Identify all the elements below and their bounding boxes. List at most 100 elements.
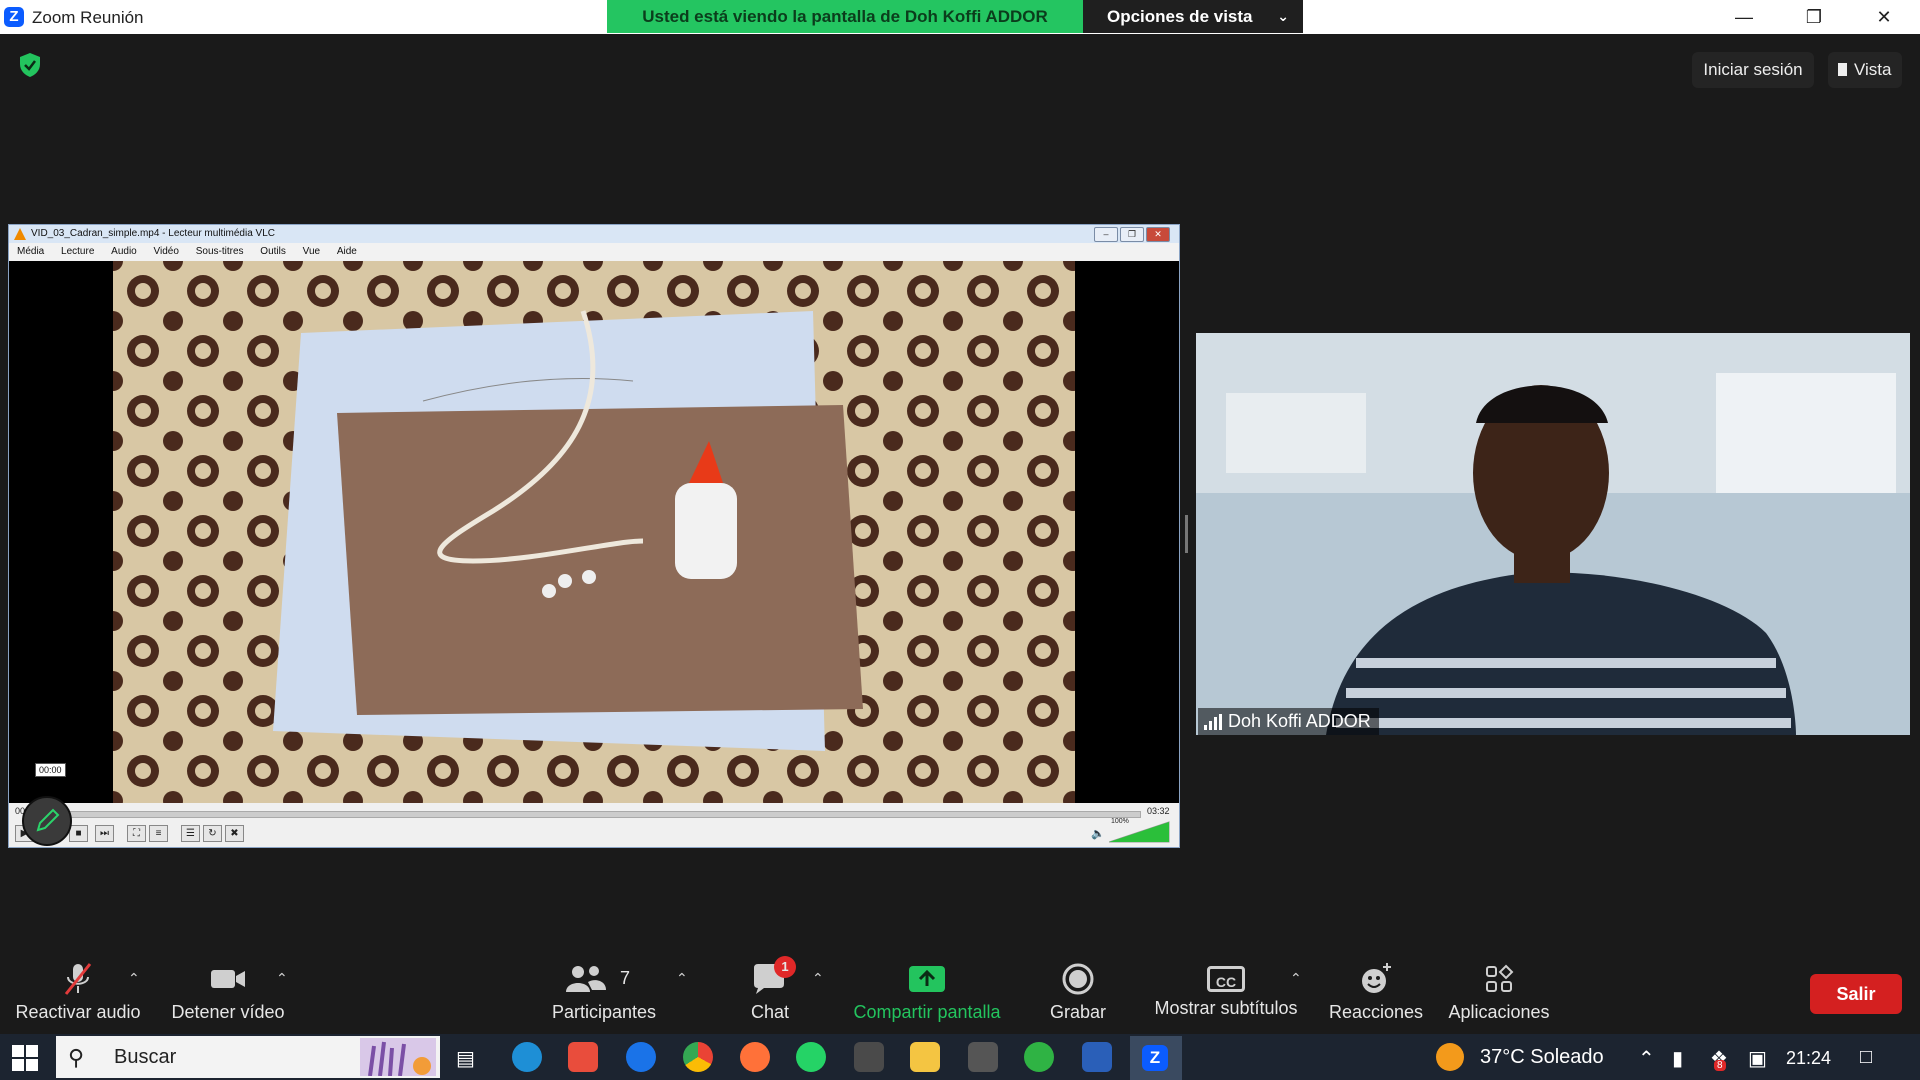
record-icon [1062, 963, 1094, 995]
vlc-menu-bar: Média Lecture Audio Vidéo Sous-titres Ou… [9, 243, 1179, 261]
stop-video-label: Detener vídeo [171, 1002, 285, 1022]
reactions-button[interactable]: Reacciones [1326, 962, 1426, 1028]
view-button[interactable]: Vista [1828, 52, 1902, 88]
vlc-playlist-button[interactable]: ☰ [181, 825, 200, 842]
file-explorer-icon[interactable] [910, 1042, 940, 1072]
battery-icon[interactable]: ▮ [1672, 1046, 1683, 1071]
share-screen-button[interactable]: Compartir pantalla [846, 962, 1008, 1028]
vlc-minimize-button[interactable]: – [1094, 227, 1118, 242]
vlc-fullscreen-button[interactable]: ⛶ [127, 825, 146, 842]
split-resize-handle[interactable] [1185, 515, 1188, 553]
drive-icon[interactable] [854, 1042, 884, 1072]
vlc-shuffle-button[interactable]: ✖ [225, 825, 244, 842]
anydesk-icon[interactable] [568, 1042, 598, 1072]
participant-video [1196, 333, 1910, 735]
tray-chevron-up-icon[interactable]: ⌃ [1638, 1046, 1655, 1071]
teamviewer-icon[interactable] [626, 1042, 656, 1072]
captions-label: Mostrar subtítulos [1154, 998, 1298, 1018]
audio-options-caret-icon[interactable]: ⌃ [128, 970, 140, 987]
participants-label: Participantes [551, 1002, 657, 1022]
vlc-stop-button[interactable]: ■ [69, 825, 88, 842]
shield-check-icon[interactable] [18, 52, 42, 78]
chrome-icon[interactable] [683, 1042, 713, 1072]
notifications-icon[interactable]: □ [1860, 1046, 1872, 1069]
pencil-icon [36, 808, 60, 832]
participant-name-label: Doh Koffi ADDOR [1198, 708, 1379, 735]
firefox-icon[interactable] [740, 1042, 770, 1072]
vlc-menu-view[interactable]: Vue [303, 246, 320, 257]
zoom-app-icon: Z [1142, 1045, 1168, 1071]
windows-start-icon[interactable] [12, 1045, 38, 1071]
microphone-muted-icon [64, 963, 92, 995]
vlc-menu-tools[interactable]: Outils [260, 246, 286, 257]
unmute-button[interactable]: Reactivar audio [12, 962, 144, 1028]
captions-options-caret-icon[interactable]: ⌃ [1290, 970, 1302, 987]
vlc-next-button[interactable]: ⏭ [95, 825, 114, 842]
participant-name: Doh Koffi ADDOR [1228, 711, 1371, 731]
vlc-menu-audio[interactable]: Audio [111, 246, 137, 257]
video-camera-icon [211, 970, 245, 988]
chevron-down-icon: ⌄ [1277, 8, 1289, 24]
vlc-menu-subtitles[interactable]: Sous-titres [196, 246, 244, 257]
vlc-menu-help[interactable]: Aide [337, 246, 357, 257]
vlc-title-bar: VID_03_Cadran_simple.mp4 - Lecteur multi… [9, 225, 1179, 243]
share-screen-arrow-icon [909, 966, 945, 992]
participants-button[interactable]: 7 Participantes [548, 962, 660, 1028]
vlc-close-button[interactable]: ✕ [1146, 227, 1170, 242]
seek-time-tooltip: 00:00 [35, 763, 66, 777]
vlc-total-time: 03:32 [1147, 806, 1170, 816]
search-highlight-lavender-icon [360, 1038, 436, 1076]
sync-app-icon[interactable] [1024, 1042, 1054, 1072]
participants-options-caret-icon[interactable]: ⌃ [676, 970, 688, 987]
weather-text[interactable]: 37°C Soleado [1480, 1046, 1604, 1069]
chat-icon-group: 1 [748, 956, 796, 996]
task-view-icon[interactable]: ▤ [456, 1046, 475, 1071]
restore-button[interactable]: ❐ [1786, 0, 1842, 34]
vlc-extended-settings-button[interactable]: ≡ [149, 825, 168, 842]
apps-label: Aplicaciones [1448, 1002, 1550, 1022]
share-screen-label: Compartir pantalla [853, 1002, 1001, 1022]
stop-video-button[interactable]: Detener vídeo [166, 962, 290, 1028]
view-button-label: Vista [1854, 60, 1892, 79]
video-options-caret-icon[interactable]: ⌃ [276, 970, 288, 987]
vlc-loop-button[interactable]: ↻ [203, 825, 222, 842]
vlc-video-frame [113, 261, 1075, 803]
vlc-controls: 00:00 03:32 ▶ ■ ⏭ ⛶ ≡ ☰ ↻ ✖ 🔈 100% [9, 803, 1179, 847]
vlc-menu-lecture[interactable]: Lecture [61, 246, 94, 257]
view-layout-icon [1838, 63, 1847, 76]
vlc-speaker-icon[interactable]: 🔈 [1091, 827, 1105, 840]
apps-icon [1486, 964, 1514, 992]
chat-label: Chat [750, 1002, 790, 1022]
vlc-restore-button[interactable]: ❐ [1120, 227, 1144, 242]
weather-sun-icon [1436, 1043, 1464, 1071]
app-icon[interactable] [968, 1042, 998, 1072]
vlc-seek-slider[interactable] [49, 811, 1141, 818]
annotate-pencil-button[interactable] [22, 796, 72, 846]
chat-options-caret-icon[interactable]: ⌃ [812, 970, 824, 987]
vlc-menu-media[interactable]: Média [17, 246, 44, 257]
camera-tray-icon[interactable]: ▣ [1748, 1046, 1767, 1071]
signin-button[interactable]: Iniciar sesión [1692, 52, 1814, 88]
signal-strength-icon [1204, 714, 1222, 730]
taskbar-search-placeholder: Buscar [114, 1046, 177, 1068]
vlc-volume-label: 100% [1111, 818, 1129, 825]
vlc-menu-video[interactable]: Vidéo [154, 246, 179, 257]
vlc-title: VID_03_Cadran_simple.mp4 - Lecteur multi… [31, 228, 276, 239]
captions-button[interactable]: CC Mostrar subtítulos [1146, 962, 1306, 1028]
vlc-cone-icon [14, 228, 26, 240]
record-button[interactable]: Grabar [1040, 962, 1116, 1028]
zoom-taskbar-button[interactable]: Z [1130, 1036, 1182, 1080]
record-label: Grabar [1049, 1002, 1107, 1022]
cc-icon: CC [1207, 966, 1245, 992]
store-icon[interactable] [1082, 1042, 1112, 1072]
minimize-button[interactable]: — [1716, 0, 1772, 34]
close-button[interactable]: ✕ [1856, 0, 1912, 34]
chat-button[interactable]: 1 Chat [736, 956, 804, 1028]
edge-icon[interactable] [512, 1042, 542, 1072]
taskbar-clock[interactable]: 21:24 [1786, 1048, 1831, 1069]
view-options-button[interactable]: Opciones de vista ⌄ [1083, 0, 1303, 33]
taskbar-search-input[interactable]: ⚲ Buscar [56, 1036, 440, 1078]
apps-button[interactable]: Aplicaciones [1446, 962, 1552, 1028]
leave-button[interactable]: Salir [1810, 974, 1902, 1014]
whatsapp-icon[interactable] [796, 1042, 826, 1072]
